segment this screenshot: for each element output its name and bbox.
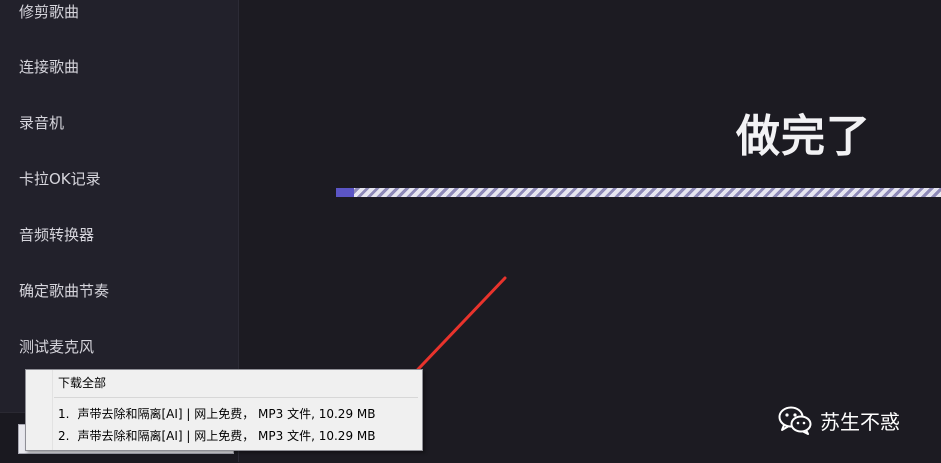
menu-item-label: 声带去除和隔离[AI] | 网上免费， MP3 文件, 10.29 MB bbox=[77, 429, 376, 443]
sidebar-item-mic-test[interactable]: 测试麦克风 bbox=[19, 337, 94, 357]
progress-bar bbox=[336, 188, 941, 197]
menu-gutter bbox=[26, 370, 53, 450]
progress-bar-fill bbox=[336, 188, 355, 197]
sidebar-item-recorder[interactable]: 录音机 bbox=[19, 113, 64, 133]
watermark: 苏生不惑 bbox=[778, 404, 900, 436]
download-menu-item-1[interactable]: 1. 声带去除和隔离[AI] | 网上免费， MP3 文件, 10.29 MB bbox=[58, 405, 375, 422]
wechat-icon bbox=[778, 406, 812, 435]
menu-item-index: 2. bbox=[58, 429, 70, 443]
menu-item-label: 声带去除和隔离[AI] | 网上免费， MP3 文件, 10.29 MB bbox=[77, 407, 376, 421]
sidebar-item-karaoke-record[interactable]: 卡拉OK记录 bbox=[19, 169, 101, 189]
status-title: 做完了 bbox=[736, 111, 871, 162]
download-all-menu-item[interactable]: 下载全部 bbox=[58, 374, 106, 391]
download-menu-item-2[interactable]: 2. 声带去除和隔离[AI] | 网上免费， MP3 文件, 10.29 MB bbox=[58, 427, 375, 444]
sidebar-item-join-songs[interactable]: 连接歌曲 bbox=[19, 57, 79, 77]
sidebar-item-trim-song[interactable]: 修剪歌曲 bbox=[19, 2, 79, 22]
sidebar-item-audio-converter[interactable]: 音频转换器 bbox=[19, 225, 94, 245]
sidebar-item-song-tempo[interactable]: 确定歌曲节奏 bbox=[19, 281, 109, 301]
menu-item-index: 1. bbox=[58, 407, 70, 421]
watermark-text: 苏生不惑 bbox=[820, 409, 900, 434]
download-menu: 下载全部 1. 声带去除和隔离[AI] | 网上免费， MP3 文件, 10.29… bbox=[25, 369, 423, 451]
menu-separator bbox=[54, 397, 418, 398]
